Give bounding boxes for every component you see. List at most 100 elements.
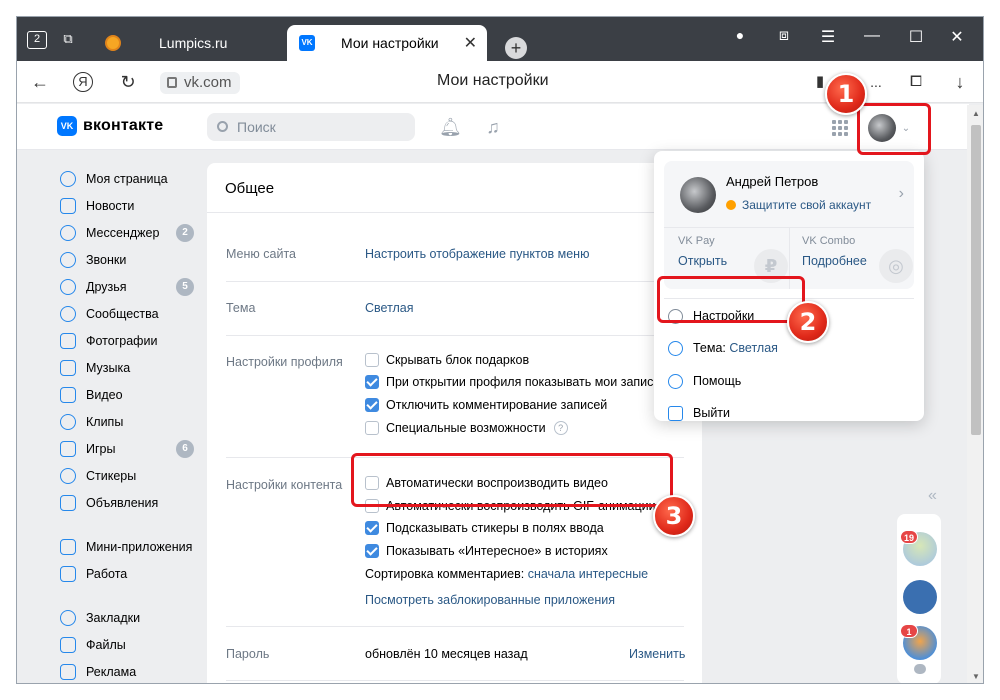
back-arrow-icon[interactable]: ←	[27, 69, 53, 95]
sidebar-item-video[interactable]: Видео	[57, 381, 217, 408]
password-change-link[interactable]: Изменить	[629, 647, 685, 661]
option-label: Показывать «Интересное» в историях	[386, 544, 608, 558]
profile-browser-icon[interactable]: ●	[725, 27, 755, 43]
sidebar-item-files[interactable]: Файлы	[57, 631, 217, 658]
yandex-icon[interactable]: Я	[73, 72, 93, 92]
vk-logo[interactable]: VK вконтакте	[57, 116, 163, 136]
comments-sort-link[interactable]: сначала интересные	[528, 567, 648, 581]
tab-lumpics[interactable]: Lumpics.ru	[105, 25, 280, 61]
new-tab-button[interactable]: +	[505, 37, 527, 59]
content-option-sticker-hints[interactable]: Подсказывать стикеры в полях ввода	[365, 521, 604, 535]
checkbox-checked[interactable]	[365, 375, 379, 389]
combo-icon: ◎	[879, 249, 913, 283]
sidebar-item-friends[interactable]: Друзья 5	[57, 273, 217, 300]
dropdown-profile-card[interactable]: Андрей Петров Защитите свой аккаунт › VK…	[664, 161, 914, 289]
download-icon[interactable]: ↓	[947, 69, 973, 95]
vk-header: VK вконтакте Поиск 🔔︎ ♫ ⌄	[17, 104, 969, 150]
theme-value-link[interactable]: Светлая	[365, 301, 414, 315]
profile-option-accessibility[interactable]: Специальные возможности?	[365, 421, 568, 435]
sidebar-item-music[interactable]: Музыка	[57, 354, 217, 381]
url-field[interactable]: vk.com	[160, 72, 240, 94]
sidebar-item-label: Стикеры	[86, 468, 137, 483]
tab-bar: 2 ⧉ Lumpics.ru VK Мои настройки ✕ + ● ⧈ …	[17, 17, 983, 61]
maximize-icon[interactable]: ☐	[901, 27, 931, 47]
left-sidebar: Моя страница Новости Мессенджер 2 Звонки …	[57, 165, 217, 683]
profile-option-hide-gifts[interactable]: Скрывать блок подарков	[365, 353, 529, 367]
menu-item-label: Тема:	[693, 341, 726, 355]
help-icon[interactable]: ?	[553, 421, 568, 435]
close-tab-icon[interactable]: ✕	[464, 33, 477, 53]
menu-item-help[interactable]: Помощь	[668, 371, 741, 391]
option-label: Скрывать блок подарков	[386, 353, 530, 367]
home-tab-icon[interactable]: 2	[27, 31, 47, 49]
message-icon[interactable]	[914, 664, 926, 674]
sidebar-item-label: Видео	[86, 387, 123, 402]
sidebar-item-stickers[interactable]: Стикеры	[57, 462, 217, 489]
content-option-interesting-stories[interactable]: Показывать «Интересное» в историях	[365, 544, 608, 558]
apps-grid-icon[interactable]	[832, 120, 848, 136]
secure-account-link[interactable]: Защитите свой аккаунт	[726, 198, 871, 212]
games-badge: 6	[176, 439, 194, 458]
vk-logo-icon: VK	[57, 116, 77, 136]
menu-item-logout[interactable]: Выйти	[668, 403, 730, 423]
comments-sort-label: Сортировка комментариев:	[365, 567, 525, 581]
mini-apps-icon	[60, 538, 76, 555]
browser-window: 2 ⧉ Lumpics.ru VK Мои настройки ✕ + ● ⧈ …	[16, 16, 984, 684]
reload-icon[interactable]: ↻	[115, 69, 141, 95]
site-menu-link[interactable]: Настроить отображение пунктов меню	[365, 247, 589, 261]
checkbox[interactable]	[365, 353, 379, 367]
sidebar-item-photos[interactable]: Фотографии	[57, 327, 217, 354]
sidebar-item-calls[interactable]: Звонки	[57, 246, 217, 273]
settings-card: Общее Меню сайта Настроить отображение п…	[207, 163, 702, 683]
minimize-icon[interactable]: —	[857, 27, 887, 45]
close-window-icon[interactable]: ✕	[942, 27, 972, 47]
checkbox-checked[interactable]	[365, 521, 379, 535]
sidebar-item-label: Моя страница	[86, 171, 168, 186]
profile-option-show-my-posts[interactable]: При открытии профиля показывать мои запи…	[365, 375, 660, 389]
scrollbar[interactable]: ▲ ▼	[967, 105, 983, 683]
sidebar-item-messenger[interactable]: Мессенджер 2	[57, 219, 217, 246]
scroll-up-icon[interactable]: ▲	[972, 109, 980, 118]
new-group-icon[interactable]: ⧉	[57, 29, 79, 49]
theme-label: Тема	[226, 301, 256, 315]
collapse-chats-icon[interactable]: «	[928, 487, 937, 505]
sidebar-item-communities[interactable]: Сообщества	[57, 300, 217, 327]
briefcase-icon	[60, 565, 76, 582]
downloads-panel-icon[interactable]: ⧠	[903, 69, 929, 95]
sidebar-item-bookmarks[interactable]: Закладки	[57, 604, 217, 631]
sidebar-item-clips[interactable]: Клипы	[57, 408, 217, 435]
scroll-down-icon[interactable]: ▼	[972, 672, 980, 681]
tab-settings-active[interactable]: VK Мои настройки ✕	[287, 25, 487, 61]
checkbox-checked[interactable]	[365, 544, 379, 558]
sidebar-item-my-page[interactable]: Моя страница	[57, 165, 217, 192]
sidebar-item-label: Мини-приложения	[86, 539, 193, 554]
search-input[interactable]: Поиск	[207, 113, 415, 141]
checkbox-checked[interactable]	[365, 398, 379, 412]
sidebar-item-ads[interactable]: Объявления	[57, 489, 217, 516]
checkbox[interactable]	[365, 421, 379, 435]
file-icon	[60, 636, 76, 653]
sidebar-item-advertising[interactable]: Реклама	[57, 658, 217, 683]
menu-item-theme[interactable]: Тема: Светлая	[668, 338, 778, 358]
bell-icon[interactable]: 🔔︎	[439, 116, 462, 138]
music-icon	[60, 359, 76, 376]
secure-account-label: Защитите свой аккаунт	[742, 198, 872, 212]
sidebar-item-work[interactable]: Работа	[57, 560, 217, 587]
sidebar-item-games[interactable]: Игры 6	[57, 435, 217, 462]
menu-icon[interactable]: ☰	[813, 27, 843, 47]
section-title: Общее	[225, 180, 275, 197]
chat-avatar[interactable]	[903, 580, 937, 614]
vkpay-open-link[interactable]: Открыть	[678, 254, 727, 268]
url-text: vk.com	[184, 74, 232, 91]
clips-icon	[60, 413, 76, 430]
vkcombo-more-link[interactable]: Подробнее	[802, 254, 867, 268]
star-icon	[60, 609, 76, 626]
music-note-icon[interactable]: ♫	[482, 116, 504, 138]
scroll-thumb[interactable]	[971, 125, 981, 435]
profile-option-disable-comments[interactable]: Отключить комментирование записей	[365, 398, 607, 412]
sidebar-item-news[interactable]: Новости	[57, 192, 217, 219]
step-1-marker: 1	[825, 73, 867, 115]
sidebar-item-mini-apps[interactable]: Мини-приложения	[57, 533, 217, 560]
collections-icon[interactable]: ⧈	[769, 27, 799, 45]
blocked-apps-link[interactable]: Посмотреть заблокированные приложения	[365, 593, 615, 607]
